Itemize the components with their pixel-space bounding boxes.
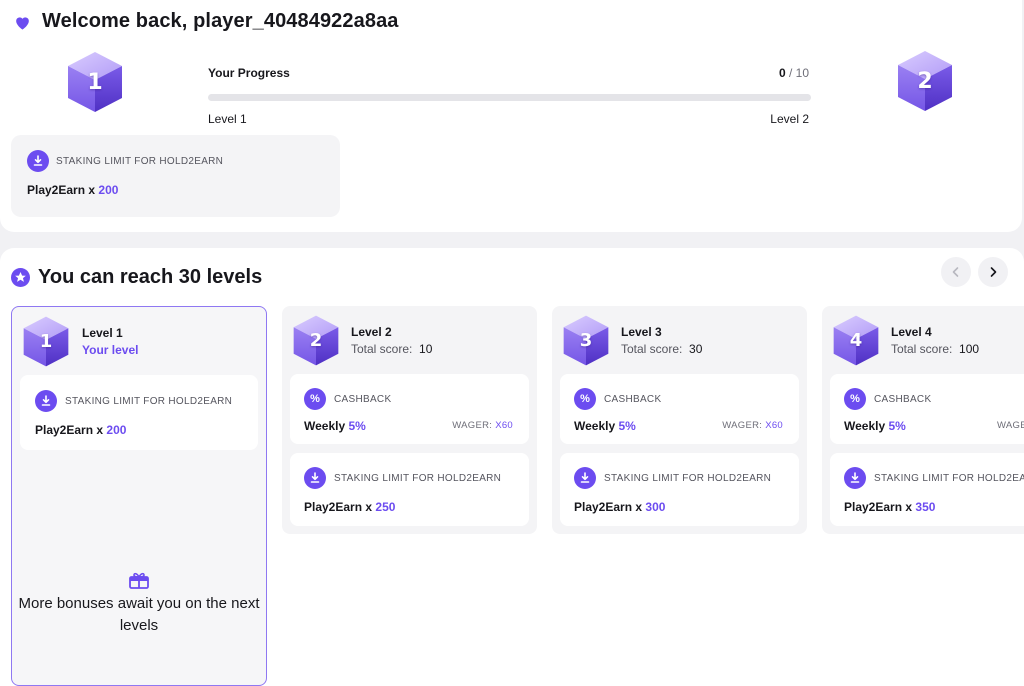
perk-value: Weekly 5%: [304, 419, 366, 433]
progress-bar: [208, 94, 811, 101]
download-icon: [304, 467, 326, 489]
download-icon: [574, 467, 596, 489]
progress-title: Your Progress: [208, 66, 290, 80]
perk-value: Play2Earn x 200: [27, 183, 119, 197]
staking-perk: STAKING LIMIT FOR HOLD2EARN Play2Earn x …: [290, 453, 529, 526]
perk-title: STAKING LIMIT FOR HOLD2EARN: [334, 473, 502, 484]
star-icon: [11, 268, 30, 287]
cashback-perk: % CASHBACK Weekly 5% WAGER: X60: [290, 374, 529, 444]
level-name: Level 1: [82, 326, 123, 340]
level-badge: 4: [832, 314, 880, 367]
download-icon: [35, 390, 57, 412]
cashback-perk: % CASHBACK Weekly 5% WAGE: [830, 374, 1024, 444]
level-name: Level 4: [891, 325, 932, 339]
level-score: Total score: 100: [891, 342, 980, 356]
progress-value: 0 / 10: [778, 66, 809, 80]
percent-icon: %: [844, 388, 866, 410]
your-level-label: Your level: [82, 343, 139, 357]
level-score: Total score: 30: [621, 342, 703, 356]
level-badge: 2: [292, 314, 340, 367]
current-level-badge: 1: [66, 50, 124, 114]
staking-perk: STAKING LIMIT FOR HOLD2EARN Play2Earn x …: [560, 453, 799, 526]
perk-title: STAKING LIMIT FOR HOLD2EARN: [65, 396, 233, 407]
perk-value: Play2Earn x 300: [574, 500, 666, 514]
level-badge: 1: [22, 315, 70, 368]
carousel-prev-button[interactable]: [941, 257, 971, 287]
perk-value: Play2Earn x 250: [304, 500, 396, 514]
chevron-left-icon: [952, 267, 959, 277]
next-level-badge: 2: [896, 49, 954, 113]
level-name: Level 3: [621, 325, 662, 339]
chevron-right-icon: [990, 267, 997, 277]
gift-icon: [129, 572, 149, 589]
percent-icon: %: [574, 388, 596, 410]
perk-value: Play2Earn x 200: [35, 423, 127, 437]
wager-label: WAGER: X60: [722, 420, 783, 431]
heart-icon: [16, 17, 29, 30]
wager-label: WAGER: X60: [452, 420, 513, 431]
perk-title: CASHBACK: [874, 394, 932, 405]
download-icon: [27, 150, 49, 172]
wager-label: WAGE: [997, 420, 1024, 431]
perk-value: Weekly 5%: [574, 419, 636, 433]
cashback-perk: % CASHBACK Weekly 5% WAGER: X60: [560, 374, 799, 444]
progress-panel: Welcome back, player_40484922a8aa 1 Your…: [0, 0, 1022, 232]
level-score: Total score: 10: [351, 342, 433, 356]
level-card-4[interactable]: 4 Level 4 Total score: 100 % CASHBACK We…: [822, 306, 1024, 534]
perk-value: Play2Earn x 350: [844, 500, 936, 514]
level-card-2[interactable]: 2 Level 2 Total score: 10 % CASHBACK Wee…: [282, 306, 537, 534]
progress-current-level: Level 1: [208, 112, 247, 126]
level-badge: 3: [562, 314, 610, 367]
staking-perk: STAKING LIMIT FOR HOLD2EARN Play2Earn x …: [20, 375, 258, 450]
welcome-title: Welcome back, player_40484922a8aa: [42, 10, 399, 32]
perk-value: Weekly 5%: [844, 419, 906, 433]
level-name: Level 2: [351, 325, 392, 339]
more-bonuses-text: More bonuses await you on the next level…: [18, 595, 260, 634]
staking-perk: STAKING LIMIT FOR HOLD2EARN Play2Earn x …: [830, 453, 1024, 526]
carousel-next-button[interactable]: [978, 257, 1008, 287]
perk-title: STAKING LIMIT FOR HOLD2EARN: [604, 473, 772, 484]
progress-next-level: Level 2: [770, 112, 809, 126]
current-staking-card: STAKING LIMIT FOR HOLD2EARN Play2Earn x …: [11, 135, 340, 217]
levels-section-title: You can reach 30 levels: [38, 266, 263, 288]
download-icon: [844, 467, 866, 489]
percent-icon: %: [304, 388, 326, 410]
level-card-3[interactable]: 3 Level 3 Total score: 30 % CASHBACK Wee…: [552, 306, 807, 534]
perk-title: CASHBACK: [604, 394, 662, 405]
perk-title: STAKING LIMIT FOR HOLD2EARN: [56, 156, 224, 167]
perk-title: STAKING LIMIT FOR HOLD2EARN: [874, 473, 1024, 484]
perk-title: CASHBACK: [334, 394, 392, 405]
